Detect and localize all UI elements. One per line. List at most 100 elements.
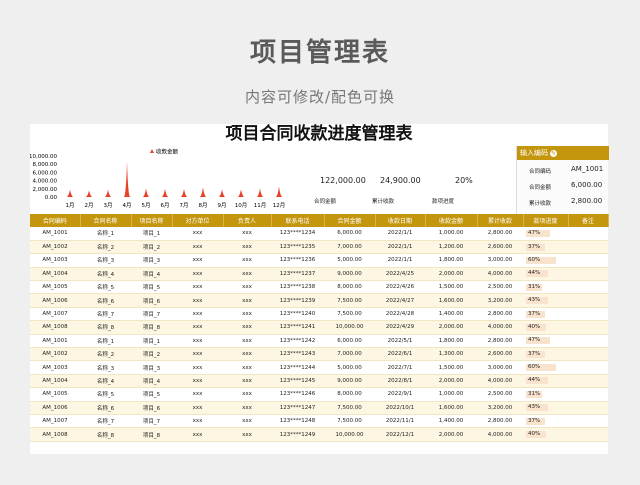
table-cell[interactable]: 1,600.00 — [425, 401, 477, 415]
column-header[interactable]: 负责人 — [223, 214, 272, 227]
table-cell[interactable]: xxx — [172, 427, 223, 442]
table-cell[interactable] — [568, 320, 608, 335]
table-cell[interactable]: 7,500.00 — [324, 293, 375, 308]
table-cell[interactable]: xxx — [172, 387, 223, 402]
table-cell[interactable] — [568, 347, 608, 362]
table-cell[interactable]: 43% — [523, 401, 568, 415]
table-cell[interactable]: 3,200.00 — [477, 293, 523, 308]
table-cell[interactable] — [568, 334, 608, 349]
table-cell[interactable]: 项目_7 — [131, 414, 172, 429]
table-cell[interactable]: AM_1006 — [30, 401, 80, 415]
table-cell[interactable]: 8,000.00 — [324, 280, 375, 295]
table-cell[interactable]: xxx — [223, 360, 271, 375]
table-cell[interactable]: 10,000.00 — [324, 427, 375, 442]
table-cell[interactable]: 名称_1 — [80, 227, 131, 241]
table-cell[interactable]: 2022/4/26 — [375, 280, 425, 295]
table-cell[interactable]: 2022/6/1 — [375, 347, 425, 362]
table-cell[interactable]: xxx — [172, 360, 223, 375]
table-cell[interactable]: 2,600.00 — [477, 347, 523, 362]
table-cell[interactable]: 2,500.00 — [477, 280, 523, 295]
table-cell[interactable]: 8,000.00 — [324, 387, 375, 402]
column-header[interactable]: 累计收款 — [477, 214, 524, 227]
table-cell[interactable]: 5,000.00 — [324, 253, 375, 268]
table-cell[interactable]: xxx — [172, 293, 223, 308]
table-cell[interactable]: 2,000.00 — [425, 267, 477, 282]
table-cell[interactable]: 2022/1/1 — [375, 240, 425, 255]
table-cell[interactable]: 4,000.00 — [477, 427, 523, 442]
table-row[interactable]: AM_1002 名称_2 项目_2 xxx xxx 123****1235 7,000.00… — [30, 240, 608, 255]
table-cell[interactable]: 2,800.00 — [477, 307, 523, 322]
table-cell[interactable]: 4,000.00 — [477, 267, 523, 282]
table-cell[interactable]: 2,000.00 — [425, 374, 477, 389]
table-cell[interactable]: 2022/1/1 — [375, 253, 425, 268]
table-cell[interactable]: xxx — [172, 240, 223, 255]
table-cell[interactable]: xxx — [223, 307, 271, 322]
table-cell[interactable]: 项目_4 — [131, 267, 172, 282]
table-cell[interactable]: 3,000.00 — [477, 360, 523, 375]
table-cell[interactable]: 项目_6 — [131, 401, 172, 415]
table-cell[interactable]: 123****1241 — [271, 320, 324, 335]
table-cell[interactable]: 44% — [523, 267, 568, 282]
table-row[interactable]: AM_1004 名称_4 项目_4 xxx xxx 123****1237 9,000.00… — [30, 267, 608, 282]
table-cell[interactable]: AM_1003 — [30, 253, 80, 268]
table-cell[interactable]: 2022/1/1 — [375, 227, 425, 241]
table-cell[interactable]: 2022/4/28 — [375, 307, 425, 322]
table-cell[interactable]: 123****1236 — [271, 253, 324, 268]
table-cell[interactable]: 123****1245 — [271, 374, 324, 389]
table-cell[interactable]: 1,200.00 — [425, 240, 477, 255]
column-header[interactable]: 合同名称 — [80, 214, 132, 227]
table-cell[interactable]: 43% — [523, 293, 568, 308]
table-row[interactable]: AM_1003 名称_3 项目_3 xxx xxx 123****1236 5,000.00… — [30, 253, 608, 268]
table-cell[interactable] — [568, 227, 608, 241]
table-row[interactable]: AM_1003 名称_3 项目_3 xxx xxx 123****1244 5,000.00… — [30, 360, 608, 375]
table-cell[interactable]: xxx — [223, 334, 271, 349]
table-cell[interactable]: 6,000.00 — [324, 334, 375, 349]
table-cell[interactable]: xxx — [172, 374, 223, 389]
table-cell[interactable]: 1,000.00 — [425, 227, 477, 241]
table-cell[interactable]: 项目_1 — [131, 227, 172, 241]
table-cell[interactable]: AM_1002 — [30, 347, 80, 362]
table-cell[interactable]: 2,800.00 — [477, 227, 523, 241]
table-cell[interactable]: 47% — [523, 227, 568, 241]
column-header[interactable]: 合同编码 — [30, 214, 81, 227]
table-cell[interactable] — [568, 374, 608, 389]
table-cell[interactable]: 1,400.00 — [425, 307, 477, 322]
column-header[interactable]: 合同金额 — [324, 214, 376, 227]
column-header[interactable]: 收款日期 — [375, 214, 426, 227]
table-cell[interactable]: 项目_3 — [131, 253, 172, 268]
table-cell[interactable]: 123****1240 — [271, 307, 324, 322]
table-cell[interactable] — [568, 293, 608, 308]
table-cell[interactable]: xxx — [223, 374, 271, 389]
table-cell[interactable]: 1,800.00 — [425, 334, 477, 349]
table-cell[interactable]: 123****1243 — [271, 347, 324, 362]
table-cell[interactable]: 1,500.00 — [425, 280, 477, 295]
table-cell[interactable]: 2022/4/27 — [375, 293, 425, 308]
table-row[interactable]: AM_1007 名称_7 项目_7 xxx xxx 123****1248 7,500.00… — [30, 414, 608, 429]
table-cell[interactable] — [568, 267, 608, 282]
table-cell[interactable]: 2,500.00 — [477, 387, 523, 402]
table-cell[interactable]: 31% — [523, 280, 568, 295]
table-cell[interactable]: AM_1003 — [30, 360, 80, 375]
table-cell[interactable]: 名称_6 — [80, 401, 131, 415]
table-row[interactable]: AM_1005 名称_5 项目_5 xxx xxx 123****1246 8,000.00… — [30, 387, 608, 402]
table-cell[interactable]: 2022/9/1 — [375, 387, 425, 402]
table-cell[interactable]: 2022/11/1 — [375, 414, 425, 429]
table-cell[interactable]: 项目_8 — [131, 427, 172, 442]
table-cell[interactable]: 9,000.00 — [324, 374, 375, 389]
table-cell[interactable]: 1,000.00 — [425, 387, 477, 402]
table-cell[interactable]: AM_1008 — [30, 320, 80, 335]
table-cell[interactable]: 123****1242 — [271, 334, 324, 349]
table-cell[interactable]: 名称_4 — [80, 374, 131, 389]
table-cell[interactable]: 2022/5/1 — [375, 334, 425, 349]
table-cell[interactable]: xxx — [172, 307, 223, 322]
table-cell[interactable] — [568, 414, 608, 429]
table-cell[interactable]: 2,600.00 — [477, 240, 523, 255]
table-cell[interactable]: 项目_5 — [131, 280, 172, 295]
table-cell[interactable]: 项目_4 — [131, 374, 172, 389]
table-cell[interactable]: 名称_7 — [80, 414, 131, 429]
table-cell[interactable]: 40% — [523, 320, 568, 335]
table-cell[interactable]: 5,000.00 — [324, 360, 375, 375]
table-cell[interactable]: 3,200.00 — [477, 401, 523, 415]
table-cell[interactable]: AM_1002 — [30, 240, 80, 255]
column-header[interactable]: 备注 — [568, 214, 609, 227]
